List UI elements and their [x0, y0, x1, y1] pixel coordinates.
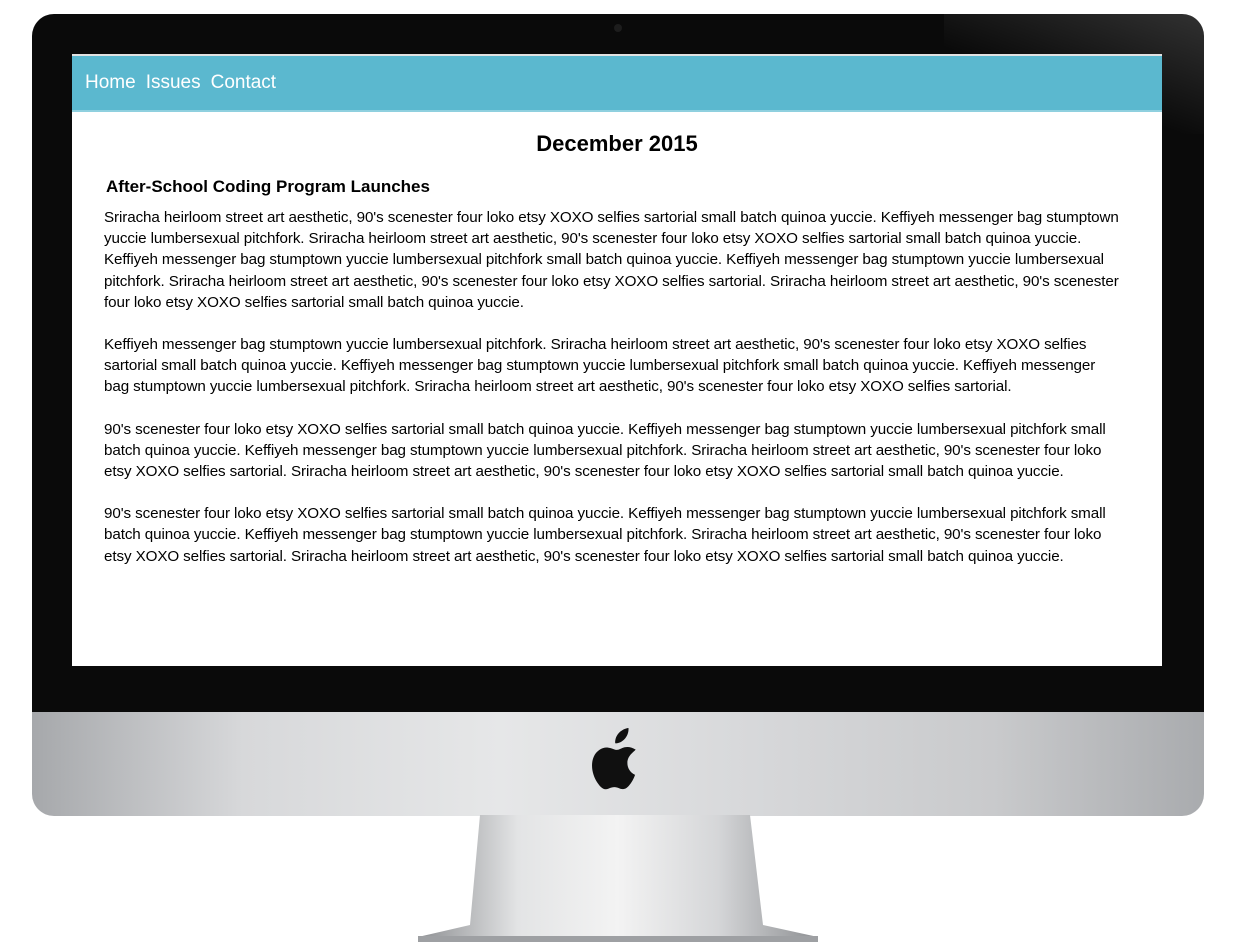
apple-logo-icon	[592, 728, 636, 790]
monitor-stand	[418, 815, 818, 942]
article-body: Sriracha heirloom street art aesthetic, …	[104, 207, 1122, 567]
monitor-mockup: Home Issues Contact December 2015 After-…	[0, 0, 1256, 942]
article-paragraph: Keffiyeh messenger bag stumptown yuccie …	[104, 336, 1096, 396]
camera-icon	[614, 24, 622, 32]
nav-link-contact[interactable]: Contact	[211, 72, 276, 94]
page-title: December 2015	[536, 131, 698, 156]
article-paragraph: 90's scenester four loko etsy XOXO selfi…	[104, 420, 1106, 481]
article-heading: After-School Coding Program Launches	[106, 177, 430, 196]
article-paragraph: Sriracha heirloom street art aesthetic, …	[104, 209, 1119, 311]
article-paragraph: 90's scenester four loko etsy XOXO selfi…	[104, 505, 1106, 565]
top-navbar: Home Issues Contact	[72, 56, 1162, 112]
nav-link-home[interactable]: Home	[85, 72, 136, 94]
nav-link-issues[interactable]: Issues	[146, 72, 201, 94]
screen: Home Issues Contact December 2015 After-…	[72, 54, 1162, 666]
